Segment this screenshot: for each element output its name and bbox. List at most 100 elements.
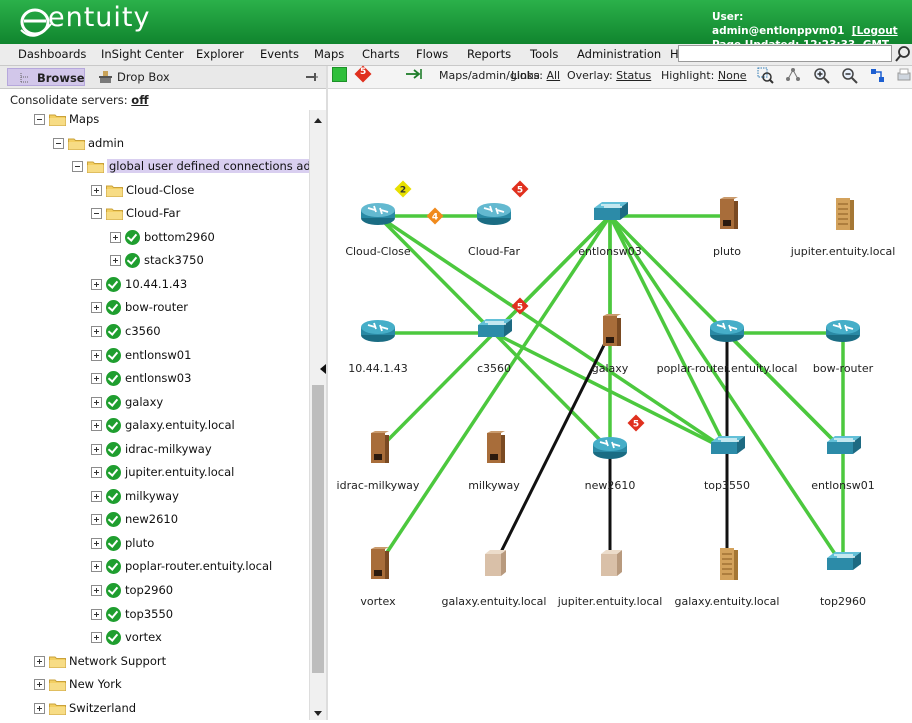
- links-control[interactable]: Links: All: [511, 69, 560, 82]
- search-icon[interactable]: [895, 44, 912, 64]
- expand-toggle-icon[interactable]: [91, 490, 102, 502]
- server-icon[interactable]: [487, 431, 505, 463]
- network-link[interactable]: [725, 331, 845, 452]
- pin-icon[interactable]: [305, 71, 319, 83]
- router-icon[interactable]: [361, 203, 395, 225]
- collapse-toggle-icon[interactable]: [91, 208, 102, 220]
- server-icon[interactable]: [371, 431, 389, 463]
- expand-toggle-icon[interactable]: [91, 561, 102, 573]
- menu-maps[interactable]: Maps: [314, 47, 344, 61]
- map-node-label[interactable]: bow-router: [813, 362, 873, 375]
- switch-icon[interactable]: [711, 436, 745, 454]
- overlay-control[interactable]: Overlay: Status: [567, 69, 651, 82]
- map-node-label[interactable]: c3560: [477, 362, 511, 375]
- expand-toggle-icon[interactable]: [91, 373, 102, 385]
- links-value[interactable]: All: [546, 69, 560, 82]
- menu-events[interactable]: Events: [260, 47, 299, 61]
- map-node-label[interactable]: poplar-router.entuity.local: [657, 362, 798, 375]
- menu-explorer[interactable]: Explorer: [196, 47, 244, 61]
- collapse-panel-arrow[interactable]: [320, 364, 326, 374]
- expand-toggle-icon[interactable]: [91, 325, 102, 337]
- map-node-label[interactable]: vortex: [360, 595, 395, 608]
- collapse-toggle-icon[interactable]: [53, 137, 64, 149]
- map-node-label[interactable]: entlonsw03: [578, 245, 642, 258]
- alert-badge-icon[interactable]: 4: [426, 207, 444, 225]
- map-canvas[interactable]: 2 5 4 5 5: [328, 88, 912, 720]
- expand-toggle-icon[interactable]: [110, 231, 121, 243]
- server-icon[interactable]: [371, 547, 389, 579]
- expand-toggle-icon[interactable]: [91, 349, 102, 361]
- router-icon[interactable]: [477, 203, 511, 225]
- search-input[interactable]: [678, 45, 892, 62]
- switch-icon[interactable]: [827, 436, 861, 454]
- map-node-label[interactable]: idrac-milkyway: [337, 479, 420, 492]
- tab-browse[interactable]: Browse: [7, 68, 85, 86]
- network-link[interactable]: [492, 331, 612, 452]
- generic-device-icon[interactable]: [601, 550, 622, 576]
- map-node-label[interactable]: pluto: [713, 245, 741, 258]
- expand-toggle-icon[interactable]: [91, 585, 102, 596]
- menu-tools[interactable]: Tools: [530, 47, 558, 61]
- expand-toggle-icon[interactable]: [34, 679, 45, 691]
- map-node-label[interactable]: new2610: [585, 479, 636, 492]
- alert-badge-icon[interactable]: 5: [627, 414, 645, 432]
- expand-toggle-icon[interactable]: [91, 632, 102, 644]
- map-node-label[interactable]: galaxy: [592, 362, 629, 375]
- logout-link[interactable]: [Logout: [852, 25, 898, 37]
- menu-reports[interactable]: Reports: [467, 47, 511, 61]
- tree-scrollbar[interactable]: [309, 110, 327, 720]
- scroll-down-arrow[interactable]: [314, 711, 322, 716]
- expand-toggle-icon[interactable]: [91, 467, 102, 479]
- map-node-label[interactable]: top2960: [820, 595, 866, 608]
- network-link[interactable]: [376, 215, 612, 567]
- expand-toggle-icon[interactable]: [91, 184, 102, 196]
- scroll-up-arrow[interactable]: [314, 118, 322, 123]
- expand-toggle-icon[interactable]: [34, 702, 45, 714]
- map-node-label[interactable]: Cloud-Far: [468, 245, 520, 258]
- server-rack-icon[interactable]: [720, 548, 738, 580]
- server-rack-icon[interactable]: [836, 198, 854, 230]
- map-node-label[interactable]: galaxy.entuity.local: [442, 595, 547, 608]
- router-icon[interactable]: [710, 320, 744, 342]
- router-icon[interactable]: [361, 320, 395, 342]
- menu-dashboards[interactable]: Dashboards: [18, 47, 86, 61]
- alert-badge-icon[interactable]: 5: [511, 180, 529, 198]
- zoom-out-icon[interactable]: [841, 67, 858, 84]
- collapse-toggle-icon[interactable]: [72, 161, 83, 173]
- generic-device-icon[interactable]: [485, 550, 506, 576]
- expand-toggle-icon[interactable]: [91, 537, 102, 549]
- collapse-toggle-icon[interactable]: [34, 114, 45, 125]
- menu-charts[interactable]: Charts: [362, 47, 400, 61]
- menu-insight-center[interactable]: InSight Center: [101, 47, 184, 61]
- map-node-label[interactable]: Cloud-Close: [345, 245, 410, 258]
- expand-toggle-icon[interactable]: [91, 302, 102, 314]
- expand-toggle-icon[interactable]: [91, 608, 102, 620]
- map-node-label[interactable]: top3550: [704, 479, 750, 492]
- menu-administration[interactable]: Administration: [577, 47, 661, 61]
- status-ok-square[interactable]: [332, 67, 347, 82]
- menu-flows[interactable]: Flows: [416, 47, 448, 61]
- network-link[interactable]: [376, 214, 496, 335]
- server-icon[interactable]: [720, 197, 738, 229]
- map-node-label[interactable]: jupiter.entuity.local: [791, 245, 896, 258]
- expand-toggle-icon[interactable]: [91, 420, 102, 432]
- expand-toggle-icon[interactable]: [110, 255, 121, 267]
- scroll-thumb[interactable]: [312, 385, 324, 673]
- network-map[interactable]: 2 5 4 5 5 Cloud-Close Cloud-Far entlonsw03 plut…: [328, 88, 912, 720]
- alert-badge-icon[interactable]: 2: [394, 180, 412, 198]
- map-node-label[interactable]: 10.44.1.43: [348, 362, 407, 375]
- router-icon[interactable]: [826, 320, 860, 342]
- highlight-value[interactable]: None: [718, 69, 747, 82]
- highlight-control[interactable]: Highlight: None: [661, 69, 747, 82]
- zoom-in-icon[interactable]: [813, 67, 830, 84]
- expand-toggle-icon[interactable]: [91, 514, 102, 526]
- topology-icon[interactable]: [869, 67, 886, 84]
- expand-toggle-icon[interactable]: [91, 443, 102, 455]
- expand-toggle-icon[interactable]: [34, 655, 45, 667]
- overlay-value[interactable]: Status: [616, 69, 651, 82]
- expand-toggle-icon[interactable]: [91, 396, 102, 408]
- switch-icon[interactable]: [594, 202, 628, 220]
- map-node-label[interactable]: galaxy.entuity.local: [675, 595, 780, 608]
- tab-drop-box[interactable]: Drop Box: [96, 68, 186, 86]
- expand-toggle-icon[interactable]: [91, 278, 102, 290]
